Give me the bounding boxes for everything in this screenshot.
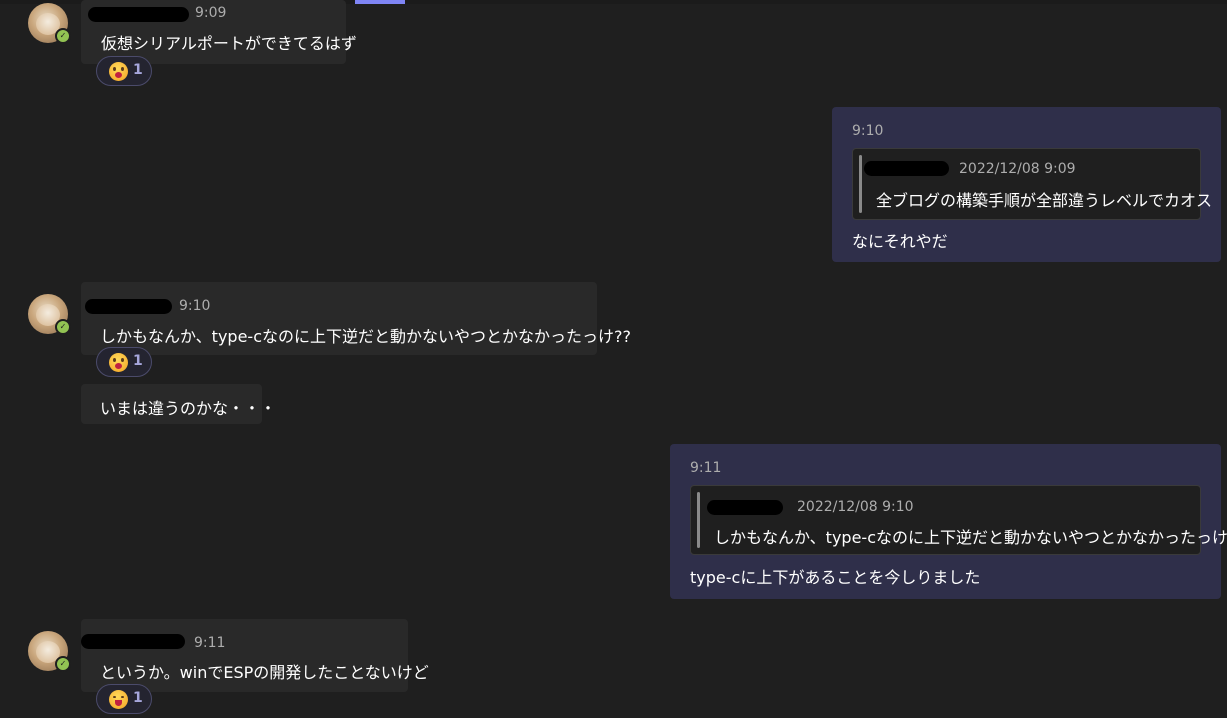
reaction-count: 1	[133, 690, 143, 706]
message-text: なにそれやだ	[852, 232, 948, 251]
message-time: 9:11	[690, 460, 722, 476]
redacted-sender-name	[85, 299, 172, 314]
message-text: 仮想シリアルポートができてるはず	[101, 34, 357, 53]
presence-available-icon: ✓	[55, 319, 71, 335]
reaction-pill[interactable]: 1	[96, 56, 152, 86]
quote-bar	[697, 492, 700, 548]
quote-time: 2022/12/08 9:09	[959, 161, 1076, 177]
reaction-count: 1	[133, 353, 143, 369]
quote-time: 2022/12/08 9:10	[797, 499, 914, 515]
avatar[interactable]: ✓	[28, 631, 71, 672]
message-bubble[interactable]: いまは違うのかな・・・	[81, 384, 276, 424]
presence-available-icon: ✓	[55, 28, 71, 44]
avatar[interactable]: ✓	[28, 3, 71, 44]
message-time: 9:09	[195, 5, 227, 21]
quote-text: しかもなんか、type-cなのに上下逆だと動かないやつとかなかったっけ??	[714, 528, 1227, 547]
message-text: というか。winでESPの開発したことないけど	[100, 663, 429, 682]
presence-available-icon: ✓	[55, 656, 71, 672]
reaction-pill[interactable]: 1	[96, 684, 152, 714]
my-message-bubble[interactable]: 9:11 2022/12/08 9:10 しかもなんか、type-cなのに上下逆…	[670, 444, 1227, 599]
my-message-bubble[interactable]: 9:10 2022/12/08 9:09 全ブログの構築手順が全部違うレベルでカ…	[832, 107, 1221, 262]
active-tab-indicator	[355, 0, 405, 4]
message-bubble[interactable]: 9:10 しかもなんか、type-cなのに上下逆だと動かないやつとかなかったっけ…	[81, 282, 631, 355]
redacted-sender-name	[864, 161, 949, 176]
redacted-sender-name	[707, 500, 783, 515]
redacted-sender-name	[81, 634, 185, 649]
message-time: 9:10	[852, 123, 884, 139]
message-time: 9:10	[179, 298, 211, 314]
avatar[interactable]: ✓	[28, 294, 71, 335]
message-text: しかもなんか、type-cなのに上下逆だと動かないやつとかなかったっけ??	[100, 327, 631, 346]
surprised-emoji-icon	[109, 353, 128, 372]
message-bubble[interactable]: 9:09 仮想シリアルポートができてるはず	[81, 0, 357, 64]
message-text: いまは違うのかな・・・	[100, 399, 277, 418]
quote-text: 全ブログの構築手順が全部違うレベルでカオス	[876, 191, 1213, 210]
quoted-message[interactable]: 2022/12/08 9:09 全ブログの構築手順が全部違うレベルでカオス	[852, 148, 1212, 220]
quote-bar	[859, 155, 862, 213]
message-time: 9:11	[194, 635, 226, 651]
laughing-emoji-icon	[109, 690, 128, 709]
reaction-pill[interactable]: 1	[96, 347, 152, 377]
redacted-sender-name	[88, 7, 189, 22]
message-text: type-cに上下があることを今しりました	[690, 568, 981, 587]
message-bubble[interactable]: 9:11 というか。winでESPの開発したことないけど	[81, 619, 429, 692]
reaction-count: 1	[133, 62, 143, 78]
quoted-message[interactable]: 2022/12/08 9:10 しかもなんか、type-cなのに上下逆だと動かな…	[690, 485, 1227, 555]
surprised-emoji-icon	[109, 62, 128, 81]
